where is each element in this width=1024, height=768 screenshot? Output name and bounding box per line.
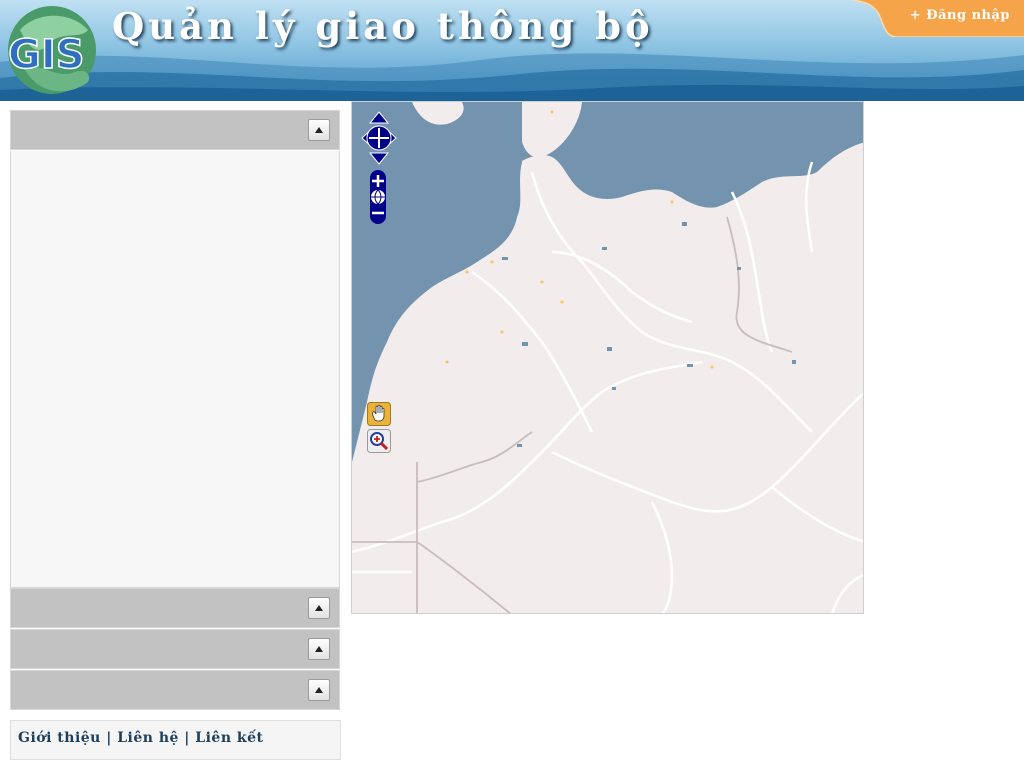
- footer-links: Giới thiệu | Liên hệ | Liên kết: [10, 720, 341, 760]
- map-tiles[interactable]: [352, 102, 864, 614]
- hand-pan-tool-icon[interactable]: [367, 402, 391, 426]
- expand-arrow-icon[interactable]: [308, 597, 330, 619]
- link-about[interactable]: Giới thiệu: [18, 730, 101, 746]
- link-separator: |: [106, 730, 112, 746]
- map-viewport[interactable]: [351, 101, 864, 614]
- pan-down-icon[interactable]: [368, 152, 390, 165]
- zoom-world-icon[interactable]: [371, 189, 385, 205]
- panel-header-3[interactable]: [10, 629, 340, 669]
- pan-control: [361, 111, 397, 165]
- link-links[interactable]: Liên kết: [195, 730, 263, 746]
- panel-header-4[interactable]: [10, 670, 340, 710]
- expand-arrow-icon[interactable]: [308, 638, 330, 660]
- collapse-arrow-icon[interactable]: [308, 119, 330, 141]
- logo-text: GIS: [8, 32, 85, 78]
- link-separator: |: [184, 730, 190, 746]
- gis-logo: GIS: [0, 0, 104, 101]
- pan-up-icon[interactable]: [368, 111, 390, 124]
- panel-body-1: [10, 151, 340, 588]
- zoom-box-tool-icon[interactable]: [367, 429, 391, 453]
- login-tab[interactable]: + Đăng nhập: [852, 0, 1024, 37]
- expand-arrow-icon[interactable]: [308, 679, 330, 701]
- site-title: Quản lý giao thông bộ: [112, 4, 654, 48]
- panel-header-2[interactable]: [10, 588, 340, 628]
- link-contact[interactable]: Liên hệ: [117, 730, 179, 746]
- login-link[interactable]: + Đăng nhập: [910, 8, 1010, 23]
- panel-header-1[interactable]: [10, 110, 340, 150]
- header: GIS Quản lý giao thông bộ + Đăng nhập: [0, 0, 1024, 101]
- zoom-control: [370, 170, 386, 224]
